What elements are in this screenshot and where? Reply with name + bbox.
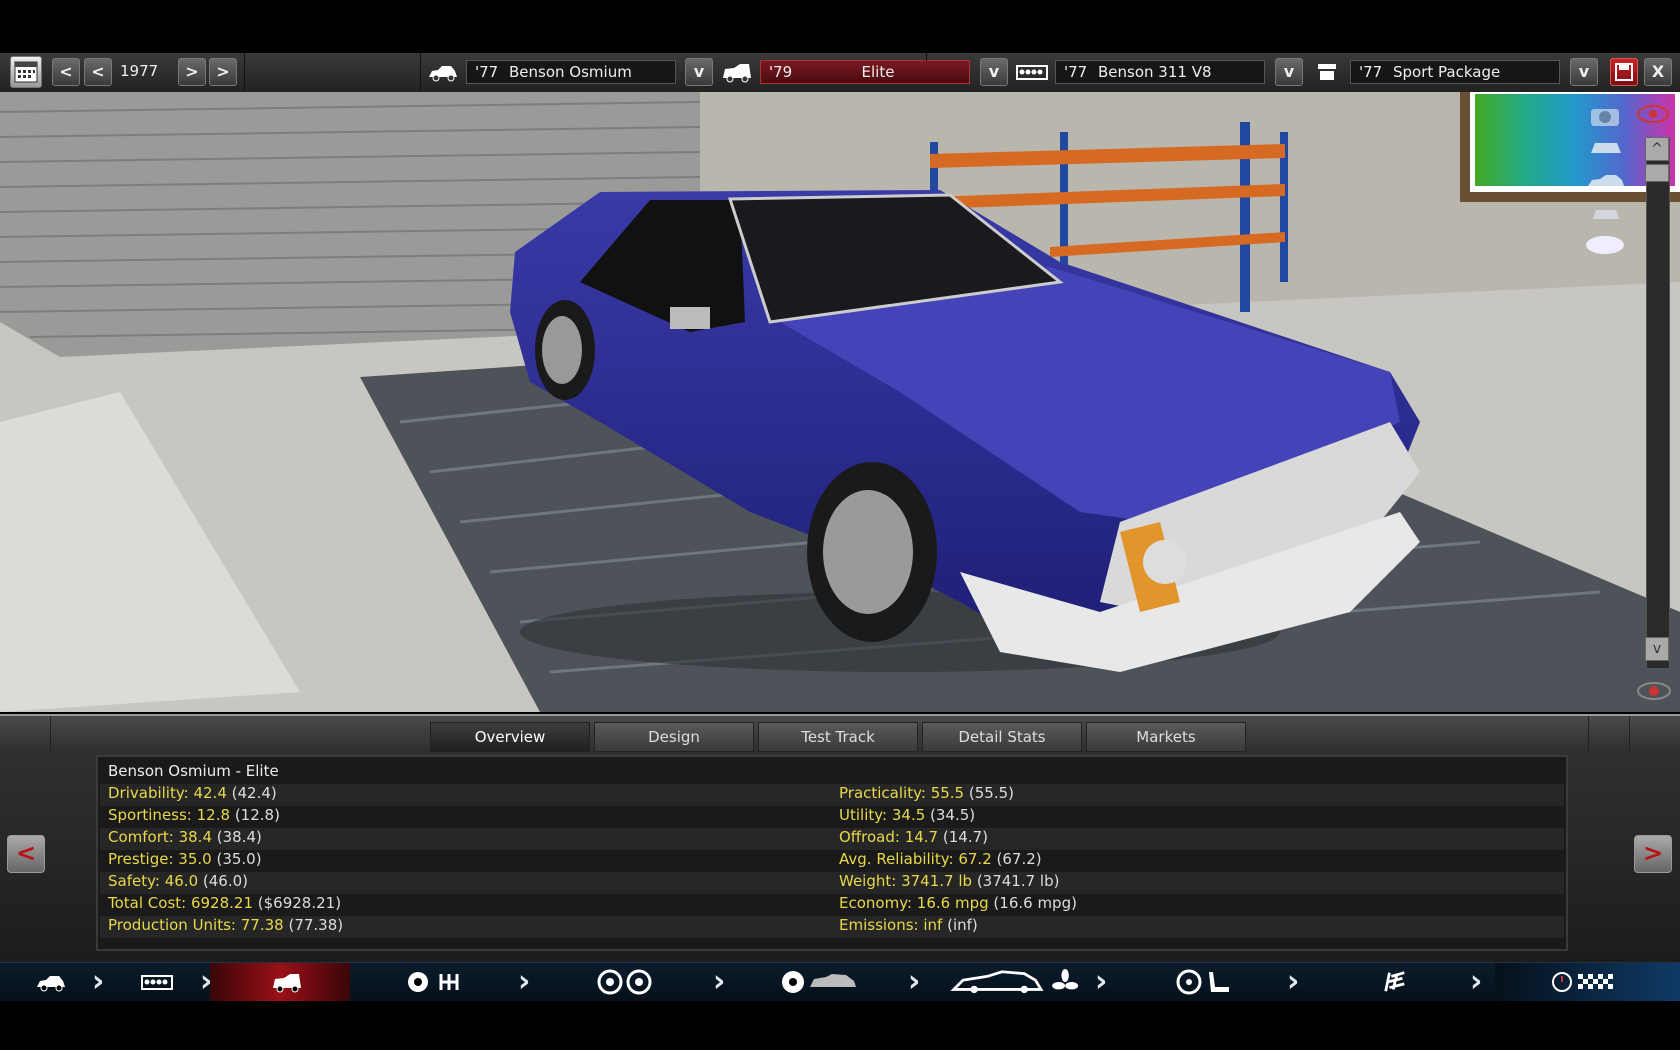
aero-fan-icon: [950, 969, 1079, 994]
nav-suspension[interactable]: ›: [1320, 963, 1490, 1001]
engine-year: '77: [1064, 63, 1088, 81]
view-side-icon[interactable]: [1586, 172, 1626, 190]
nav-transmission[interactable]: ›: [360, 963, 540, 1001]
testing-flag-icon: [1552, 972, 1613, 992]
nav-aero-cooling[interactable]: ›: [935, 963, 1120, 1001]
car-title: Benson Osmium - Elite: [108, 762, 279, 780]
year-back-button[interactable]: <: [84, 58, 112, 86]
overview-panel: Benson Osmium - Elite Drivability: 42.4 …: [96, 755, 1568, 951]
engine-icon: [1016, 65, 1048, 80]
zoom-scrollbar[interactable]: [1646, 137, 1670, 669]
year-display: 1977: [120, 62, 159, 80]
design-stage-nav: › › › › › › › ›: [0, 962, 1680, 1001]
car-body-icon: [429, 66, 457, 82]
year-forward-button[interactable]: >: [178, 58, 206, 86]
trim-select[interactable]: '79 Elite: [760, 60, 970, 84]
calendar-icon[interactable]: [10, 56, 42, 88]
zoom-up-button[interactable]: ^: [1645, 137, 1669, 161]
car-viewport[interactable]: ^ v: [0, 92, 1680, 712]
engine-select[interactable]: '77 Benson 311 V8: [1055, 60, 1265, 84]
stat-emissions: Emissions: inf (inf): [839, 916, 978, 934]
nav-trim[interactable]: [210, 963, 350, 1001]
package-dropdown-button[interactable]: v: [1570, 58, 1598, 86]
zoom-thumb[interactable]: [1645, 164, 1669, 182]
top-toolbar: < < 1977 > > '77 Benson Osmium v '79 Eli…: [0, 53, 1680, 93]
body-name: Benson Osmium: [509, 63, 632, 81]
tab-markets[interactable]: Markets: [1086, 722, 1246, 752]
wheels-icon: [597, 969, 652, 995]
stat-comfort: Comfort: 38.4 (38.4): [108, 828, 262, 846]
year-back-far-button[interactable]: <: [52, 58, 80, 86]
nav-interior[interactable]: ›: [1125, 963, 1315, 1001]
chassis-icon: [37, 976, 65, 992]
stat-drivability: Drivability: 42.4 (42.4): [108, 784, 277, 802]
suspension-icon: [1384, 971, 1405, 992]
year-forward-far-button[interactable]: >: [209, 58, 237, 86]
car-trim-icon: [723, 64, 751, 83]
camera-icon[interactable]: [1588, 102, 1622, 128]
tab-overview[interactable]: Overview: [430, 722, 590, 752]
tab-bar: Overview Design Test Track Detail Stats …: [0, 714, 1680, 754]
body-dropdown-button[interactable]: v: [685, 58, 713, 86]
package-icon: [1318, 64, 1336, 80]
eye-icon[interactable]: [1636, 104, 1670, 124]
engine-dropdown-button[interactable]: v: [1275, 58, 1303, 86]
stat-total-cost: Total Cost: 6928.21 ($6928.21): [108, 894, 342, 912]
stat-utility: Utility: 34.5 (34.5): [839, 806, 976, 824]
trim-dropdown-button[interactable]: v: [980, 58, 1008, 86]
package-year: '77: [1359, 63, 1383, 81]
stat-production-units: Production Units: 77.38 (77.38): [108, 916, 344, 934]
tab-test-track[interactable]: Test Track: [758, 722, 918, 752]
engine-name: Benson 311 V8: [1098, 63, 1212, 81]
trim-name: Elite: [861, 63, 895, 81]
nav-wheels[interactable]: ›: [545, 963, 735, 1001]
previous-car-button[interactable]: <: [7, 835, 45, 873]
view-rear-icon[interactable]: [1590, 204, 1622, 222]
body-select[interactable]: '77 Benson Osmium: [466, 60, 676, 84]
engine-nav-icon: [141, 975, 173, 990]
transmission-icon: [408, 972, 459, 992]
nav-testing[interactable]: [1495, 963, 1680, 1001]
body-year: '77: [475, 63, 499, 81]
reset-view-icon[interactable]: [1636, 680, 1672, 702]
garage-scene: [0, 92, 1680, 712]
package-name: Sport Package: [1393, 63, 1501, 81]
view-front-icon[interactable]: [1588, 137, 1624, 157]
stat-safety: Safety: 46.0 (46.0): [108, 872, 249, 890]
stat-offroad: Offroad: 14.7 (14.7): [839, 828, 988, 846]
brakes-body-icon: [782, 971, 856, 993]
stat-prestige: Prestige: 35.0 (35.0): [108, 850, 262, 868]
close-button[interactable]: X: [1644, 58, 1672, 86]
trim-year: '79: [769, 63, 793, 81]
stat-weight: Weight: 3741.7 lb (3741.7 lb): [839, 872, 1060, 890]
nav-chassis[interactable]: ›: [0, 963, 104, 1001]
view-top-icon[interactable]: [1584, 234, 1626, 256]
stat-economy: Economy: 16.6 mpg (16.6 mpg): [839, 894, 1077, 912]
nav-brakes-body[interactable]: ›: [740, 963, 930, 1001]
stat-practicality: Practicality: 55.5 (55.5): [839, 784, 1014, 802]
tab-detail-stats[interactable]: Detail Stats: [922, 722, 1082, 752]
next-car-button[interactable]: >: [1634, 835, 1672, 873]
tab-design[interactable]: Design: [594, 722, 754, 752]
save-icon[interactable]: [1610, 58, 1638, 86]
nav-engine[interactable]: ›: [105, 963, 212, 1001]
stat-sportiness: Sportiness: 12.8 (12.8): [108, 806, 280, 824]
steering-seat-icon: [1176, 969, 1229, 995]
overview-panel-area: Benson Osmium - Elite Drivability: 42.4 …: [0, 752, 1680, 962]
zoom-down-button[interactable]: v: [1645, 637, 1669, 661]
trim-nav-icon: [273, 974, 301, 993]
stat-avg-reliability: Avg. Reliability: 67.2 (67.2): [839, 850, 1042, 868]
package-select[interactable]: '77 Sport Package: [1350, 60, 1560, 84]
